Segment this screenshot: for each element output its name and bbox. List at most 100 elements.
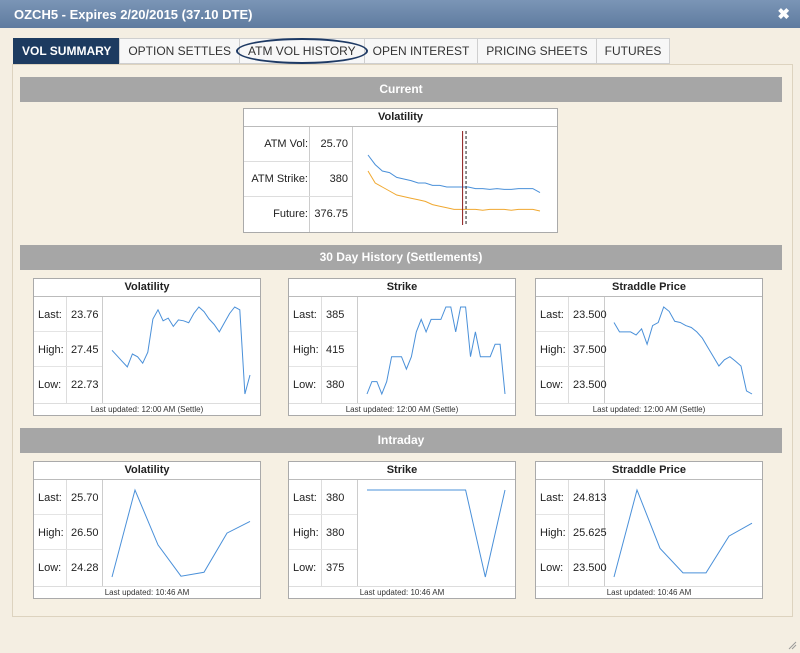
stat-row: High: 27.45: [34, 332, 102, 367]
sparkline-chart: [111, 306, 251, 395]
stat-label: High:: [540, 527, 566, 539]
stat-row: High: 415: [289, 332, 357, 367]
history-card-straddle-price: Straddle Price Last: 23.500 High: 37.500…: [535, 278, 763, 416]
stat-label: High:: [540, 344, 566, 356]
section-current-header: Current: [20, 77, 782, 102]
stat-label: Last:: [293, 492, 317, 504]
stat-row: Low: 380: [289, 367, 357, 401]
tab-open-interest[interactable]: OPEN INTEREST: [363, 38, 478, 64]
card-title: Straddle Price: [536, 462, 762, 480]
current-stats: ATM Vol: 25.70 ATM Strike: 380 Future: 3…: [244, 127, 353, 232]
section-history-header: 30 Day History (Settlements): [20, 245, 782, 270]
stat-row: Last: 24.813: [536, 480, 607, 515]
tab-option-settles[interactable]: OPTION SETTLES: [119, 38, 240, 64]
stat-row: High: 25.625: [536, 515, 607, 550]
stat-label: Last:: [540, 309, 564, 321]
card-title: Volatility: [34, 279, 260, 297]
stat-value: 23.500: [573, 562, 607, 574]
stat-value: 23.76: [71, 309, 99, 321]
stat-row-atm-vol: ATM Vol: 25.70: [244, 127, 352, 162]
sparkline-chart: [367, 489, 506, 578]
stat-value: 25.70: [320, 138, 348, 150]
current-volatility-chart: [367, 131, 541, 225]
stat-value: 380: [326, 379, 345, 391]
sparkline-chart: [366, 306, 506, 396]
stat-row: Low: 24.28: [34, 550, 102, 584]
stat-label: High:: [293, 344, 319, 356]
card-body: Last: 385 High: 415 Low: 380: [289, 297, 515, 404]
last-updated: Last updated: 10:46 AM: [289, 586, 515, 598]
stats-column: Last: 385 High: 415 Low: 380: [289, 297, 358, 404]
stat-row: Low: 375: [289, 550, 357, 584]
stat-value: 23.500: [573, 309, 607, 321]
tab-bar: VOL SUMMARY OPTION SETTLES ATM VOL HISTO…: [13, 38, 671, 64]
stat-row: Low: 22.73: [34, 367, 102, 401]
stats-column: Last: 23.76 High: 27.45 Low: 22.73: [34, 297, 103, 404]
stat-label: ATM Strike:: [251, 173, 308, 185]
stat-value: 26.50: [71, 527, 99, 539]
card-title: Straddle Price: [536, 279, 762, 297]
stats-column: Last: 25.70 High: 26.50 Low: 24.28: [34, 480, 103, 587]
stat-label: ATM Vol:: [264, 138, 308, 150]
card-title: Volatility: [34, 462, 260, 480]
stat-label: Future:: [273, 208, 308, 220]
last-updated: Last updated: 12:00 AM (Settle): [536, 403, 762, 415]
sparkline-chart: [613, 306, 753, 395]
stat-label: Low:: [293, 379, 317, 391]
tab-pricing-sheets[interactable]: PRICING SHEETS: [477, 38, 596, 64]
last-updated: Last updated: 10:46 AM: [536, 586, 762, 598]
stat-row-future: Future: 376.75: [244, 197, 352, 231]
resize-grip-icon[interactable]: [787, 640, 797, 650]
stat-value: 27.45: [71, 344, 99, 356]
stat-label: High:: [38, 344, 64, 356]
series-line: [111, 306, 251, 395]
stat-row: Low: 23.500: [536, 367, 607, 401]
stat-row: Last: 23.76: [34, 297, 102, 332]
current-volatility-card: Volatility ATM Vol: 25.70 ATM Strike: 38…: [243, 108, 558, 233]
stat-value: 380: [329, 173, 348, 185]
stat-row: Last: 380: [289, 480, 357, 515]
intraday-card-straddle-price: Straddle Price Last: 24.813 High: 25.625…: [535, 461, 763, 599]
stat-row: High: 26.50: [34, 515, 102, 550]
card-body: Last: 24.813 High: 25.625 Low: 23.500: [536, 480, 762, 587]
tab-futures[interactable]: FUTURES: [595, 38, 671, 64]
stat-label: Low:: [38, 562, 62, 574]
last-updated: Last updated: 10:46 AM: [34, 586, 260, 598]
stat-value: 24.813: [573, 492, 607, 504]
card-body: Last: 25.70 High: 26.50 Low: 24.28: [34, 480, 260, 587]
stat-label: Last:: [38, 492, 62, 504]
series-line: [367, 170, 541, 212]
stat-value: 25.70: [71, 492, 99, 504]
stat-label: Last:: [540, 492, 564, 504]
card-body: Last: 23.500 High: 37.500 Low: 23.500: [536, 297, 762, 404]
intraday-card-strike: Strike Last: 380 High: 380 Low: 375 Last…: [288, 461, 516, 599]
stat-row: Low: 23.500: [536, 550, 607, 584]
stat-value: 24.28: [71, 562, 99, 574]
stat-label: High:: [38, 527, 64, 539]
window-titlebar: OZCH5 - Expires 2/20/2015 (37.10 DTE) ✖: [0, 0, 800, 28]
stat-value: 380: [326, 492, 345, 504]
stat-label: Low:: [540, 379, 564, 391]
intraday-card-volatility: Volatility Last: 25.70 High: 26.50 Low:: [33, 461, 261, 599]
stat-value: 375: [326, 562, 345, 574]
series-line: [613, 306, 753, 395]
card-title: Strike: [289, 279, 515, 297]
stat-value: 385: [326, 309, 345, 321]
stat-value: 23.500: [573, 379, 607, 391]
stat-row: Last: 385: [289, 297, 357, 332]
card-body: Last: 23.76 High: 27.45 Low: 22.73: [34, 297, 260, 404]
close-icon[interactable]: ✖: [777, 5, 790, 23]
section-intraday-header: Intraday: [20, 428, 782, 453]
stat-row-atm-strike: ATM Strike: 380: [244, 162, 352, 197]
sparkline-chart: [111, 488, 251, 578]
tab-atm-vol-history[interactable]: ATM VOL HISTORY: [236, 38, 368, 64]
stat-label: Low:: [540, 562, 564, 574]
stat-label: Last:: [38, 309, 62, 321]
stat-value: 37.500: [573, 344, 607, 356]
stat-label: Last:: [293, 309, 317, 321]
history-card-strike: Strike Last: 385 High: 415 Low: 380 Last…: [288, 278, 516, 416]
series-line: [367, 489, 506, 578]
tab-vol-summary[interactable]: VOL SUMMARY: [13, 38, 120, 64]
stat-row: Last: 25.70: [34, 480, 102, 515]
last-updated: Last updated: 12:00 AM (Settle): [34, 403, 260, 415]
